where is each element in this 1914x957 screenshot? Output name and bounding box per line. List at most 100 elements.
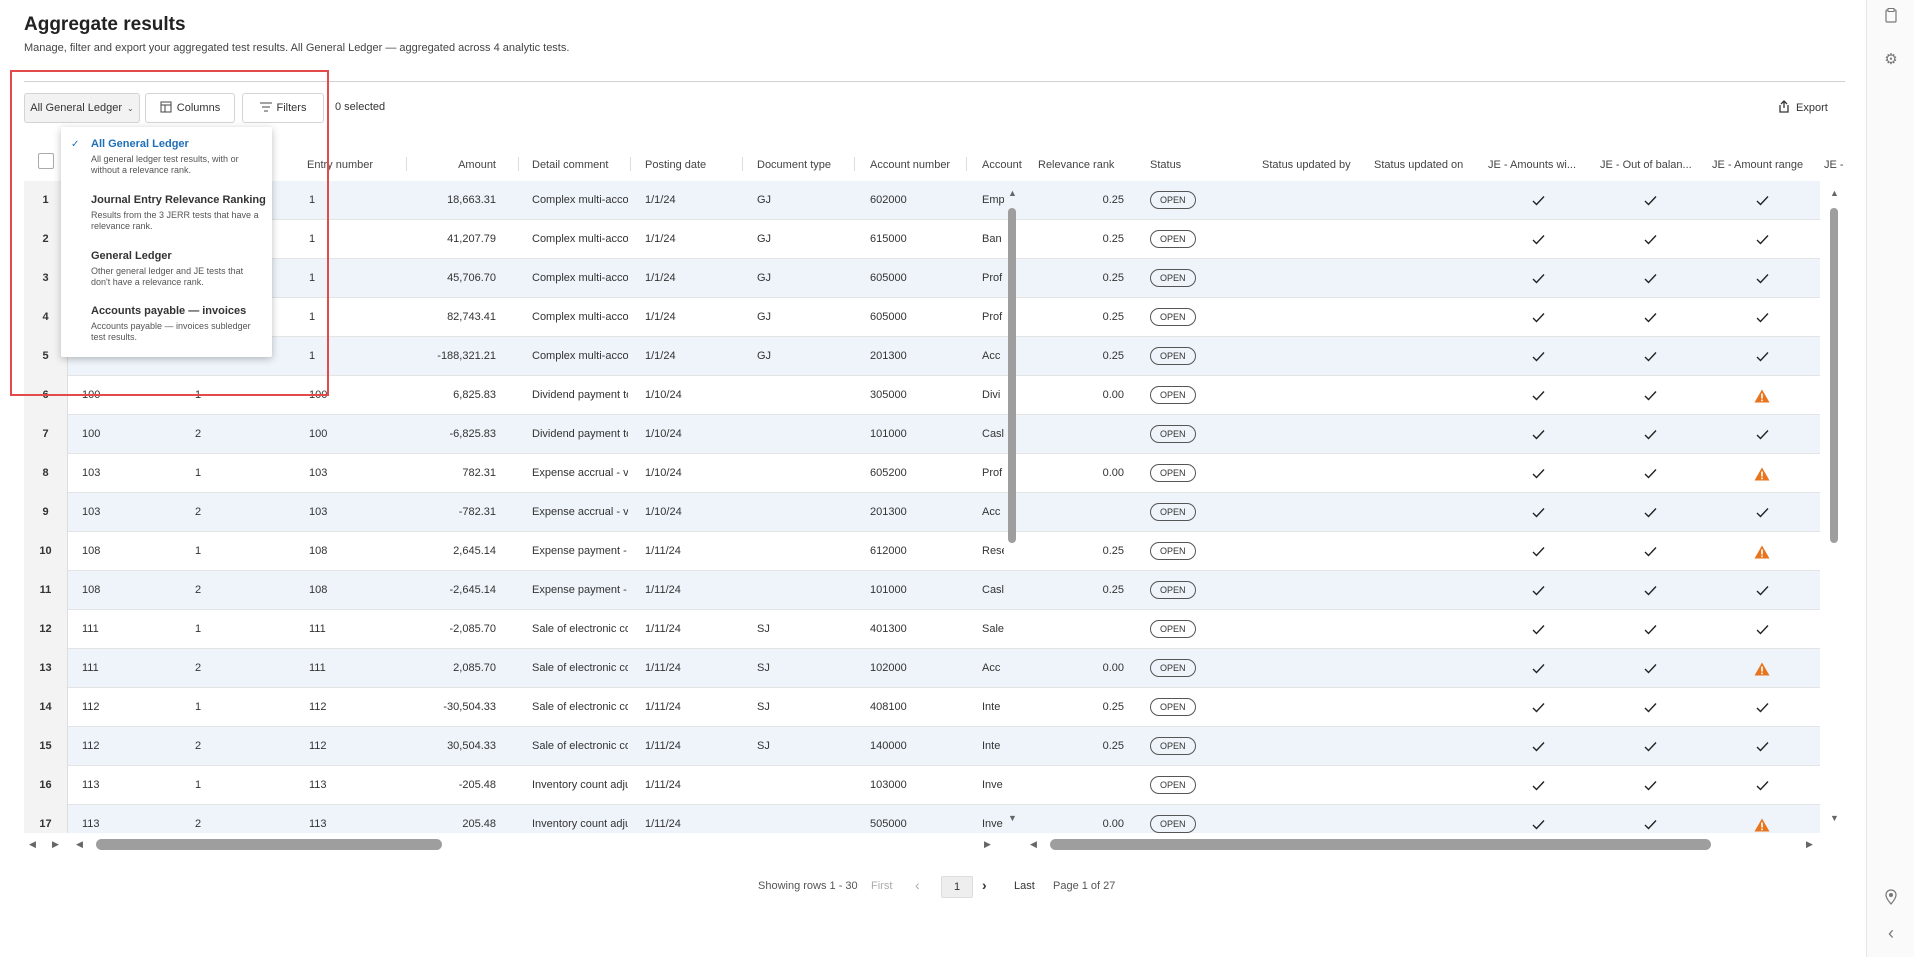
header-entry-number[interactable]: Entry number	[307, 148, 397, 181]
table-row[interactable]: 1 1 18,663.31 Complex multi-accou 1/1/24 GJ 60…	[24, 181, 1820, 220]
cell-amount: 2,645.14	[453, 545, 496, 557]
header-document-type[interactable]: Document type	[757, 148, 847, 181]
right-pane-vertical-scrollbar[interactable]: ▲ ▼	[1828, 186, 1840, 826]
cell-status[interactable]: OPEN	[1150, 181, 1210, 220]
dropdown-item-all-general-ledger[interactable]: ✓ All General Ledger All general ledger …	[61, 138, 272, 176]
cell-detail-comment: Dividend payment to	[532, 389, 628, 401]
scroll-down-icon[interactable]: ▼	[1008, 813, 1017, 823]
scroll-right-icon[interactable]: ▶	[984, 839, 991, 850]
cell-status[interactable]: OPEN	[1150, 493, 1210, 532]
cell-posting-date: 1/10/24	[645, 467, 682, 479]
header-detail-comment[interactable]: Detail comment	[532, 148, 627, 181]
header-je-out-of-balance[interactable]: JE - Out of balan...	[1600, 148, 1696, 181]
cell-status[interactable]: OPEN	[1150, 298, 1210, 337]
cell-account: Inte	[982, 701, 1001, 713]
left-pane-horizontal-scrollbar[interactable]: ◀ ▶	[76, 836, 996, 850]
checkmark-icon	[1528, 649, 1548, 688]
cell-status[interactable]: OPEN	[1150, 610, 1210, 649]
first-page-link[interactable]: First	[871, 880, 892, 892]
chevron-left-icon[interactable]: ‹	[915, 877, 920, 893]
table-row[interactable]: 15 112 2 112 30,504.33 Sale of electronic con…	[24, 727, 1820, 766]
location-pin-icon[interactable]	[1882, 888, 1900, 906]
header-amount[interactable]: Amount	[414, 148, 496, 181]
scrollbar-thumb[interactable]	[1830, 208, 1838, 543]
dropdown-item-journal-entry-relevance-ranking[interactable]: Journal Entry Relevance Ranking Results …	[61, 194, 272, 232]
cell-status[interactable]: OPEN	[1150, 220, 1210, 259]
cell-status[interactable]: OPEN	[1150, 337, 1210, 376]
cell-status[interactable]: OPEN	[1150, 415, 1210, 454]
columns-button[interactable]: Columns	[145, 93, 235, 123]
scroll-left-icon[interactable]: ◀	[1030, 839, 1037, 850]
header-posting-date[interactable]: Posting date	[645, 148, 730, 181]
cell-status[interactable]: OPEN	[1150, 649, 1210, 688]
table-row[interactable]: 5 1 -188,321.21 Complex multi-accou 1/1/24 GJ…	[24, 337, 1820, 376]
header-account-number[interactable]: Account number	[870, 148, 970, 181]
dropdown-item-description: All general ledger test results, with or…	[91, 154, 239, 175]
cell-status[interactable]: OPEN	[1150, 454, 1210, 493]
row-number: 12	[24, 610, 68, 649]
header-je-amount-range[interactable]: JE - Amount range	[1712, 148, 1808, 181]
table-row[interactable]: 16 113 1 113 -205.48 Inventory count adjus 1/1…	[24, 766, 1820, 805]
header-status[interactable]: Status	[1150, 148, 1210, 181]
scroll-right-icon[interactable]: ▶	[52, 839, 59, 850]
header-je-amounts[interactable]: JE - Amounts wi...	[1488, 148, 1584, 181]
scroll-right-icon[interactable]: ▶	[1806, 839, 1813, 850]
scroll-left-icon[interactable]: ◀	[29, 839, 36, 850]
right-pane-horizontal-scrollbar[interactable]: ◀ ▶	[1030, 836, 1816, 850]
last-page-link[interactable]: Last	[1014, 880, 1035, 892]
cell-posting-date: 1/11/24	[645, 584, 681, 596]
scroll-up-icon[interactable]: ▲	[1830, 188, 1839, 198]
header-status-updated-by[interactable]: Status updated by	[1262, 148, 1362, 181]
table-row[interactable]: 10 108 1 108 2,645.14 Expense payment - ve 1/1…	[24, 532, 1820, 571]
header-account[interactable]: Account	[982, 148, 1022, 181]
cell-status[interactable]: OPEN	[1150, 259, 1210, 298]
scrollbar-thumb[interactable]	[1050, 839, 1711, 850]
cell-status[interactable]: OPEN	[1150, 532, 1210, 571]
cell-amount: 82,743.41	[447, 311, 496, 323]
dataset-selector[interactable]: All General Ledger ⌄	[24, 93, 140, 123]
table-row[interactable]: 12 111 1 111 -2,085.70 Sale of electronic con…	[24, 610, 1820, 649]
header-relevance-rank[interactable]: Relevance rank	[1038, 148, 1128, 181]
cell-status[interactable]: OPEN	[1150, 376, 1210, 415]
gear-icon[interactable]: ⚙	[1882, 50, 1900, 68]
table-row[interactable]: 6 100 1 100 6,825.83 Dividend payment to 1/10/…	[24, 376, 1820, 415]
table-row[interactable]: 9 103 2 103 -782.31 Expense accrual - ver 1/10…	[24, 493, 1820, 532]
header-je-more[interactable]: JE -	[1824, 148, 1844, 181]
scroll-down-icon[interactable]: ▼	[1830, 813, 1839, 823]
scrollbar-thumb[interactable]	[96, 839, 442, 850]
scroll-up-icon[interactable]: ▲	[1008, 188, 1017, 198]
cell-status[interactable]: OPEN	[1150, 688, 1210, 727]
cell-status[interactable]: OPEN	[1150, 571, 1210, 610]
status-badge: OPEN	[1150, 230, 1196, 249]
dropdown-item-general-ledger[interactable]: General Ledger Other general ledger and …	[61, 250, 272, 288]
column-separator	[630, 157, 631, 171]
cell-status[interactable]: OPEN	[1150, 727, 1210, 766]
cell-relevance-rank: 0.00	[1102, 467, 1124, 479]
table-row[interactable]: 13 111 2 111 2,085.70 Sale of electronic con 1…	[24, 649, 1820, 688]
header-status-updated-on[interactable]: Status updated on	[1374, 148, 1474, 181]
cell-relevance-rank: 0.25	[1102, 701, 1124, 713]
export-button[interactable]: Export	[1778, 99, 1828, 117]
left-pane-vertical-scrollbar[interactable]: ▲ ▼	[1006, 186, 1018, 826]
cell-status[interactable]: OPEN	[1150, 766, 1210, 805]
status-badge: OPEN	[1150, 737, 1196, 756]
scrollbar-thumb[interactable]	[1008, 208, 1016, 543]
cell-entry-number: 100	[309, 389, 328, 401]
current-page[interactable]: 1	[941, 876, 973, 898]
filters-button[interactable]: Filters	[242, 93, 324, 123]
table-row[interactable]: 3 1 45,706.70 Complex multi-accou 1/1/24 GJ 60…	[24, 259, 1820, 298]
dropdown-item-accounts-payable-invoices[interactable]: Accounts payable — invoices Accounts pay…	[61, 305, 272, 343]
scroll-left-icon[interactable]: ◀	[76, 839, 83, 850]
table-row[interactable]: 14 112 1 112 -30,504.33 Sale of electronic co…	[24, 688, 1820, 727]
table-row[interactable]: 8 103 1 103 782.31 Expense accrual - ver 1/10/…	[24, 454, 1820, 493]
table-row[interactable]: 17 113 2 113 205.48 Inventory count adjus 1/11…	[24, 805, 1820, 833]
chevron-left-icon[interactable]: ‹	[1882, 923, 1900, 943]
cell-line: 1	[195, 701, 202, 713]
table-row[interactable]: 7 100 2 100 -6,825.83 Dividend payment to 1/10…	[24, 415, 1820, 454]
clipboard-icon[interactable]	[1882, 6, 1900, 24]
table-row[interactable]: 11 108 2 108 -2,645.14 Expense payment - ve 1/…	[24, 571, 1820, 610]
table-row[interactable]: 2 1 41,207.79 Complex multi-accou 1/1/24 GJ 61…	[24, 220, 1820, 259]
table-row[interactable]: 4 1 82,743.41 Complex multi-accou 1/1/24 GJ 60…	[24, 298, 1820, 337]
cell-status[interactable]: OPEN	[1150, 805, 1210, 833]
chevron-right-icon[interactable]: ›	[982, 877, 987, 893]
